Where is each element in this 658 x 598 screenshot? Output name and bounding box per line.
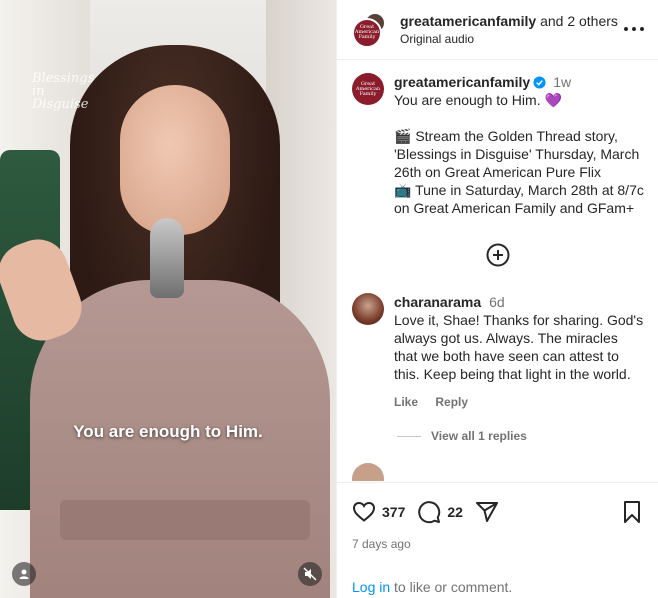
header-text: greatamericanfamily and 2 others Origina… [400, 12, 618, 48]
login-prompt: Log in to like or comment. [337, 551, 658, 595]
microphone [150, 218, 184, 298]
post-caption: Great American Family greatamericanfamil… [337, 61, 658, 217]
load-more-comments-icon[interactable] [486, 243, 510, 267]
comments-count[interactable]: 22 [447, 504, 463, 520]
more-options-button[interactable] [624, 22, 644, 36]
replies-divider [397, 435, 421, 437]
share-icon[interactable] [475, 500, 499, 524]
post-time[interactable]: 1w [553, 74, 571, 90]
author-avatar[interactable]: Great American Family [352, 73, 384, 105]
person-icon [19, 569, 29, 579]
avatar-logo-text: Great American Family [355, 80, 381, 97]
next-commenter-avatar[interactable] [352, 463, 384, 481]
show-logo-watermark: Blessings in Disguise [32, 71, 95, 112]
collab-avatars[interactable]: Great American Family [352, 11, 388, 48]
comment-reply-button[interactable]: Reply [435, 395, 468, 409]
comment-time[interactable]: 6d [489, 294, 505, 310]
comment-item: charanarama 6d Love it, Shae! Thanks for… [337, 293, 658, 411]
audio-label[interactable]: Original audio [400, 30, 618, 48]
commenter-avatar[interactable] [352, 293, 384, 325]
more-dot-icon [624, 27, 628, 31]
header-username[interactable]: greatamericanfamily [400, 13, 536, 29]
more-dot-icon [632, 27, 636, 31]
comments-feed[interactable]: Great American Family greatamericanfamil… [337, 61, 658, 481]
account-avatar[interactable]: Great American Family [352, 17, 382, 48]
login-prompt-text: to like or comment. [390, 579, 513, 595]
person-face [120, 85, 230, 235]
save-bookmark-icon[interactable] [620, 500, 644, 524]
likes-count[interactable]: 377 [382, 504, 405, 520]
mute-button[interactable] [298, 562, 322, 586]
login-link[interactable]: Log in [352, 579, 390, 595]
avatar-logo-text: Great American Family [354, 24, 380, 40]
commenter-username[interactable]: charanarama [394, 294, 481, 310]
video-caption: You are enough to Him. [73, 422, 263, 441]
comment-like-button[interactable]: Like [394, 395, 418, 409]
post-date[interactable]: 7 days ago [337, 527, 658, 551]
tagged-people-button[interactable] [12, 562, 36, 586]
post-actions: 377 22 7 days ago Log in to like or comm… [337, 482, 658, 598]
post-details-panel: Great American Family greatamericanfamil… [336, 0, 658, 598]
view-replies-label: View all 1 replies [431, 429, 527, 443]
verified-badge-icon [533, 76, 546, 89]
header-others[interactable]: and 2 others [540, 13, 618, 29]
post-header: Great American Family greatamericanfamil… [337, 0, 658, 60]
author-username[interactable]: greatamericanfamily [394, 74, 530, 90]
heart-icon[interactable] [352, 500, 376, 524]
post-caption-text: You are enough to Him. 💜 🎬 Stream the Go… [394, 92, 644, 216]
muted-speaker-icon [303, 567, 317, 581]
view-replies-button[interactable]: View all 1 replies [397, 429, 658, 443]
coat-belt [60, 500, 310, 540]
reel-video[interactable]: Blessings in Disguise You are enough to … [0, 0, 336, 598]
comment-text: Love it, Shae! Thanks for sharing. God's… [394, 312, 644, 382]
comment-icon[interactable] [417, 500, 441, 524]
more-dot-icon [640, 27, 644, 31]
